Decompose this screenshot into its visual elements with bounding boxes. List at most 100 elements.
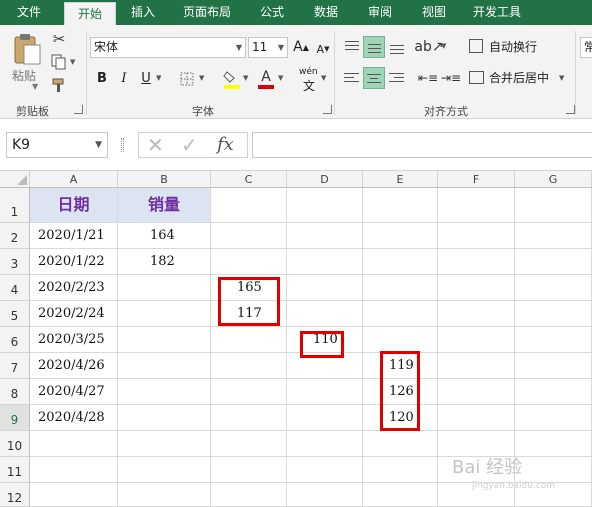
cell-a2[interactable]: 2020/1/21 xyxy=(30,223,118,249)
font-color-dropdown-icon[interactable]: ▼ xyxy=(278,74,283,82)
align-center-button[interactable] xyxy=(363,67,385,89)
row-header-9[interactable]: 9 xyxy=(0,405,30,431)
tab-insert[interactable]: 插入 xyxy=(118,0,168,25)
bold-button[interactable]: B xyxy=(92,68,112,88)
grid-cell[interactable] xyxy=(363,249,438,275)
tab-home[interactable]: 开始 xyxy=(64,2,116,25)
grid-cell[interactable] xyxy=(363,431,438,457)
tab-review[interactable]: 审阅 xyxy=(354,0,406,25)
row-header-2[interactable]: 2 xyxy=(0,223,30,249)
clipboard-launcher-icon[interactable] xyxy=(74,105,83,114)
grid-cell[interactable] xyxy=(515,223,592,249)
alignment-launcher-icon[interactable] xyxy=(566,105,575,114)
column-header-f[interactable]: F xyxy=(438,171,515,188)
grid-cell[interactable] xyxy=(363,301,438,327)
grid-cell[interactable] xyxy=(211,353,287,379)
grid-cell[interactable] xyxy=(438,353,515,379)
grid-cell[interactable] xyxy=(30,431,118,457)
grid-cell[interactable] xyxy=(287,301,363,327)
grid-cell[interactable] xyxy=(211,379,287,405)
column-header-c[interactable]: C xyxy=(211,171,287,188)
align-left-button[interactable] xyxy=(341,67,363,89)
fill-color-dropdown-icon[interactable]: ▼ xyxy=(243,74,248,82)
row-header-8[interactable]: 8 xyxy=(0,379,30,405)
row-header-6[interactable]: 6 xyxy=(0,327,30,353)
wrap-text-button[interactable]: 自动换行 xyxy=(467,36,567,58)
grid-cell[interactable] xyxy=(363,275,438,301)
increase-indent-icon[interactable]: ⇥≡ xyxy=(440,67,462,89)
decrease-indent-icon[interactable]: ⇤≡ xyxy=(417,67,439,89)
copy-dropdown-icon[interactable]: ▼ xyxy=(70,58,75,66)
grid-cell[interactable] xyxy=(287,249,363,275)
grid-cell[interactable] xyxy=(287,431,363,457)
grid-cell[interactable] xyxy=(118,327,211,353)
font-name-select[interactable]: 宋体 ▼ xyxy=(90,37,246,58)
cell-a5[interactable]: 2020/2/24 xyxy=(30,301,118,327)
grid-cell[interactable] xyxy=(118,405,211,431)
column-header-b[interactable]: B xyxy=(118,171,211,188)
grid-cell[interactable] xyxy=(211,431,287,457)
grid-cell[interactable] xyxy=(211,223,287,249)
paste-icon[interactable] xyxy=(12,31,42,67)
underline-button[interactable]: U xyxy=(136,68,156,88)
grid-cell[interactable] xyxy=(438,249,515,275)
grid-cell[interactable] xyxy=(363,188,438,223)
phonetic-icon[interactable]: 文 xyxy=(303,77,315,94)
phonetic-button[interactable]: wén xyxy=(299,67,318,77)
align-middle-button[interactable] xyxy=(363,36,385,58)
row-header-3[interactable]: 3 xyxy=(0,249,30,275)
fill-color-icon[interactable] xyxy=(222,68,242,90)
grid-cell[interactable] xyxy=(118,379,211,405)
align-bottom-button[interactable] xyxy=(386,36,408,58)
copy-icon[interactable] xyxy=(49,53,69,71)
column-header-g[interactable]: G xyxy=(515,171,592,188)
grid-cell[interactable] xyxy=(438,327,515,353)
align-top-button[interactable] xyxy=(341,36,363,58)
grid-cell[interactable] xyxy=(118,431,211,457)
tab-data[interactable]: 数据 xyxy=(300,0,352,25)
grid-cell[interactable] xyxy=(438,405,515,431)
cell-a3[interactable]: 2020/1/22 xyxy=(30,249,118,275)
grid-cell[interactable] xyxy=(515,249,592,275)
phonetic-dropdown-icon[interactable]: ▼ xyxy=(321,74,326,82)
grid-cell[interactable] xyxy=(515,431,592,457)
merge-dropdown-icon[interactable]: ▼ xyxy=(559,74,564,82)
grid-cell[interactable] xyxy=(211,405,287,431)
italic-button[interactable]: I xyxy=(114,68,134,88)
grow-font-button[interactable]: A ▲ xyxy=(291,37,311,57)
grid-cell[interactable] xyxy=(363,457,438,483)
grid-cell[interactable] xyxy=(515,188,592,223)
shrink-font-button[interactable]: A ▼ xyxy=(313,39,333,59)
orientation-icon[interactable]: ab↗ xyxy=(414,36,443,58)
format-painter-icon[interactable] xyxy=(49,76,69,94)
row-header-11[interactable]: 11 xyxy=(0,457,30,483)
grid-cell[interactable] xyxy=(211,249,287,275)
paste-dropdown-icon[interactable]: ▼ xyxy=(32,82,38,91)
grid-cell[interactable] xyxy=(363,327,438,353)
cell-b2[interactable]: 164 xyxy=(118,223,211,249)
grid-cell[interactable] xyxy=(287,379,363,405)
tab-page-layout[interactable]: 页面布局 xyxy=(170,0,244,25)
orientation-dropdown-icon[interactable]: ▼ xyxy=(441,42,446,50)
grid-cell[interactable] xyxy=(118,301,211,327)
cell-a8[interactable]: 2020/4/27 xyxy=(30,379,118,405)
row-header-7[interactable]: 7 xyxy=(0,353,30,379)
column-header-d[interactable]: D xyxy=(287,171,363,188)
row-header-10[interactable]: 10 xyxy=(0,431,30,457)
number-format-select[interactable]: 常 xyxy=(580,37,592,58)
merge-center-button[interactable]: 合并后居中 xyxy=(467,67,567,89)
tab-view[interactable]: 视图 xyxy=(408,0,460,25)
grid-cell[interactable] xyxy=(515,379,592,405)
row-header-1[interactable]: 1 xyxy=(0,188,30,223)
font-color-button[interactable]: A xyxy=(256,67,276,91)
insert-function-button[interactable]: fx xyxy=(217,133,234,157)
grid-cell[interactable] xyxy=(438,188,515,223)
grid-cell[interactable] xyxy=(30,457,118,483)
cell-b1[interactable]: 销量 xyxy=(118,188,211,223)
grid-cell[interactable] xyxy=(30,483,118,507)
tab-file[interactable]: 文件 xyxy=(0,0,58,25)
grid-cell[interactable] xyxy=(211,483,287,507)
enter-icon[interactable]: ✓ xyxy=(181,133,198,157)
font-launcher-icon[interactable] xyxy=(323,105,332,114)
grid-cell[interactable] xyxy=(515,457,592,483)
